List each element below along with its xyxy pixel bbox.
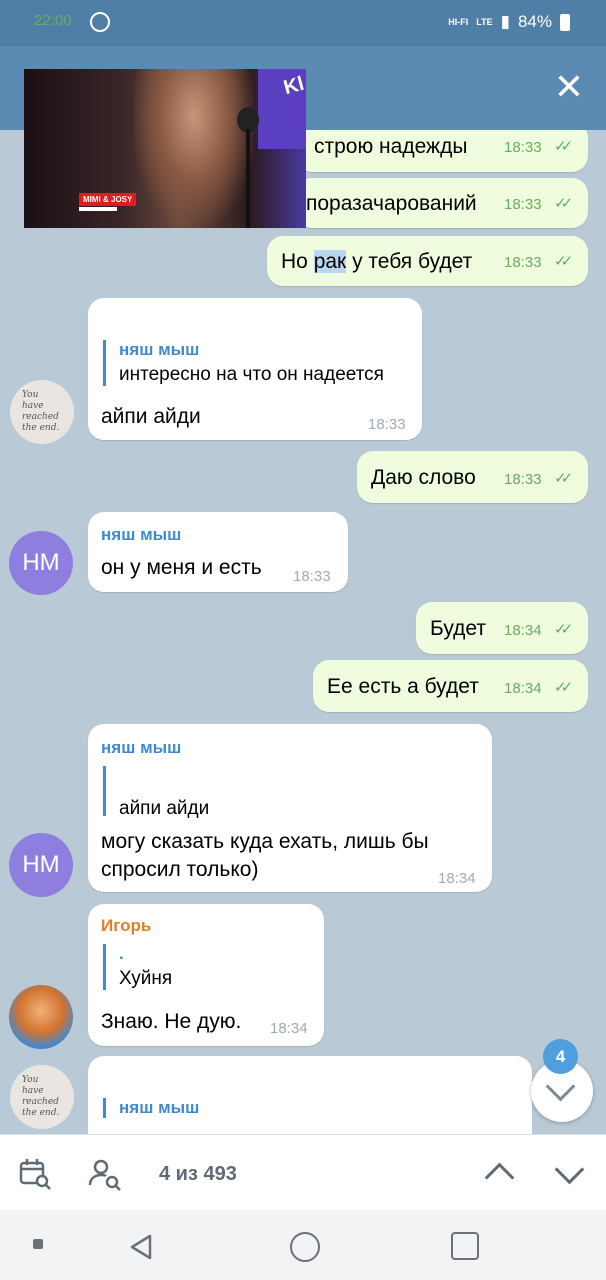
unread-badge: 4 <box>543 1039 578 1074</box>
read-check-icon: ✓✓ <box>554 253 573 270</box>
reply-text: Хуйня <box>119 968 173 989</box>
reply-quote[interactable]: айпи айди <box>103 766 209 819</box>
hifi-label: HI-FI <box>448 16 469 27</box>
message-incoming[interactable]: няш мыш айпи айди могу сказать куда ехат… <box>88 724 492 892</box>
message-text-part: Но <box>281 250 314 273</box>
message-incoming[interactable]: Игорь . Хуйня Знаю. Не дую. 18:34 <box>88 904 324 1046</box>
status-bar: 22:00 HI-FI LTE ▮ 84% <box>0 0 606 46</box>
read-check-icon: ✓✓ <box>554 195 573 212</box>
reply-quote[interactable]: няш мыш интересно на что он надеется <box>103 340 384 386</box>
message-text: Но рак у тебя будет <box>281 250 472 274</box>
calendar-search-icon[interactable] <box>18 1157 52 1191</box>
avatar[interactable] <box>9 985 73 1049</box>
message-sender: няш мыш <box>101 738 182 757</box>
message-incoming[interactable]: няш мыш он у меня и есть 18:33 <box>88 512 348 592</box>
message-outgoing[interactable]: строю надежды 18:33 ✓✓ <box>296 130 588 172</box>
video-caption: MIMI & JOSY <box>79 193 137 206</box>
chevron-up-icon[interactable] <box>484 1162 515 1193</box>
message-time: 18:34 <box>438 870 476 887</box>
message-time: 18:33 <box>504 139 542 156</box>
read-check-icon: ✓✓ <box>554 470 573 487</box>
video-person <box>134 69 254 228</box>
avatar[interactable]: НМ <box>9 833 73 897</box>
reply-text: айпи айди <box>119 798 210 819</box>
reply-sender: няш мыш <box>119 1098 200 1117</box>
reply-text: интересно на что он надеется <box>119 364 384 385</box>
message-outgoing[interactable]: Но рак у тебя будет 18:33 ✓✓ <box>267 236 588 286</box>
message-time: 18:33 <box>504 196 542 213</box>
hotspot-icon <box>90 12 110 32</box>
message-incoming[interactable]: няш мыш интересно на что он надеется айп… <box>88 298 422 440</box>
message-text-part: у тебя будет <box>346 250 473 273</box>
back-icon[interactable] <box>126 1232 156 1262</box>
recents-icon[interactable] <box>451 1232 479 1260</box>
message-sender: Игорь <box>101 916 152 935</box>
avatar-end-text: You have reached the end. <box>22 1075 60 1118</box>
avatar[interactable]: You have reached the end. <box>10 380 74 444</box>
read-check-icon: ✓✓ <box>554 679 573 696</box>
message-time: 18:33 <box>504 471 542 488</box>
message-time: 18:33 <box>504 254 542 271</box>
message-text: Ее есть а будет <box>327 675 479 698</box>
message-sender: няш мыш <box>101 525 182 544</box>
chat-area: строю надежды 18:33 ✓✓ поразачарований 1… <box>0 130 606 1134</box>
reply-sender: няш мыш <box>119 340 200 359</box>
read-check-icon: ✓✓ <box>554 138 573 155</box>
mic-stand <box>246 129 250 228</box>
avatar[interactable]: You have reached the end. <box>10 1065 74 1129</box>
signal-icon: ▮ <box>500 12 510 31</box>
nav-dot-icon[interactable] <box>33 1239 43 1249</box>
lte-label: LTE <box>476 16 493 27</box>
reply-sender: . <box>119 944 124 963</box>
message-outgoing[interactable]: Ее есть а будет 18:34 ✓✓ <box>313 660 588 712</box>
message-text: он у меня и есть <box>101 556 262 579</box>
search-results-bar: 4 из 493 <box>0 1134 606 1211</box>
reply-quote[interactable]: няш мыш <box>103 1098 199 1118</box>
message-time: 18:34 <box>504 680 542 697</box>
message-outgoing[interactable]: Даю слово 18:33 ✓✓ <box>357 451 588 503</box>
message-outgoing[interactable]: поразачарований 18:33 ✓✓ <box>296 178 588 228</box>
close-icon[interactable]: ✕ <box>552 69 586 105</box>
system-nav-bar <box>0 1210 606 1280</box>
message-text: Будет <box>430 617 486 640</box>
search-highlight: рак <box>313 250 347 273</box>
chevron-down-icon[interactable] <box>554 1154 585 1185</box>
message-text-line: могу сказать куда ехать, лишь бы <box>101 830 429 853</box>
user-search-icon[interactable] <box>87 1157 121 1191</box>
message-text: строю надежды <box>314 135 468 158</box>
message-text: поразачарований <box>306 192 477 215</box>
battery-level: 84% <box>517 12 552 31</box>
message-text: Даю слово <box>371 466 476 489</box>
message-time: 18:34 <box>504 622 542 639</box>
status-time: 22:00 <box>34 12 72 29</box>
message-time: 18:33 <box>368 416 406 433</box>
video-caption-sub <box>79 207 117 211</box>
pip-video[interactable]: Kl MIMI & JOSY <box>24 69 306 228</box>
message-text: айпи айди <box>101 405 201 428</box>
avatar-end-text: You have reached the end. <box>22 390 60 433</box>
message-time: 18:33 <box>293 568 331 585</box>
chevron-down-icon <box>545 1071 576 1102</box>
avatar[interactable]: НМ <box>9 531 73 595</box>
message-text-line: спросил только) <box>101 858 259 881</box>
status-right: HI-FI LTE ▮ 84% <box>448 12 570 32</box>
message-incoming[interactable]: няш мыш <box>88 1056 532 1134</box>
home-icon[interactable] <box>290 1232 320 1262</box>
message-outgoing[interactable]: Будет 18:34 ✓✓ <box>416 602 588 654</box>
message-time: 18:34 <box>270 1020 308 1037</box>
reply-quote[interactable]: . Хуйня <box>103 944 172 990</box>
message-text: Знаю. Не дую. <box>101 1010 242 1033</box>
search-counter: 4 из 493 <box>159 1163 237 1185</box>
battery-icon <box>560 13 570 31</box>
read-check-icon: ✓✓ <box>554 621 573 638</box>
